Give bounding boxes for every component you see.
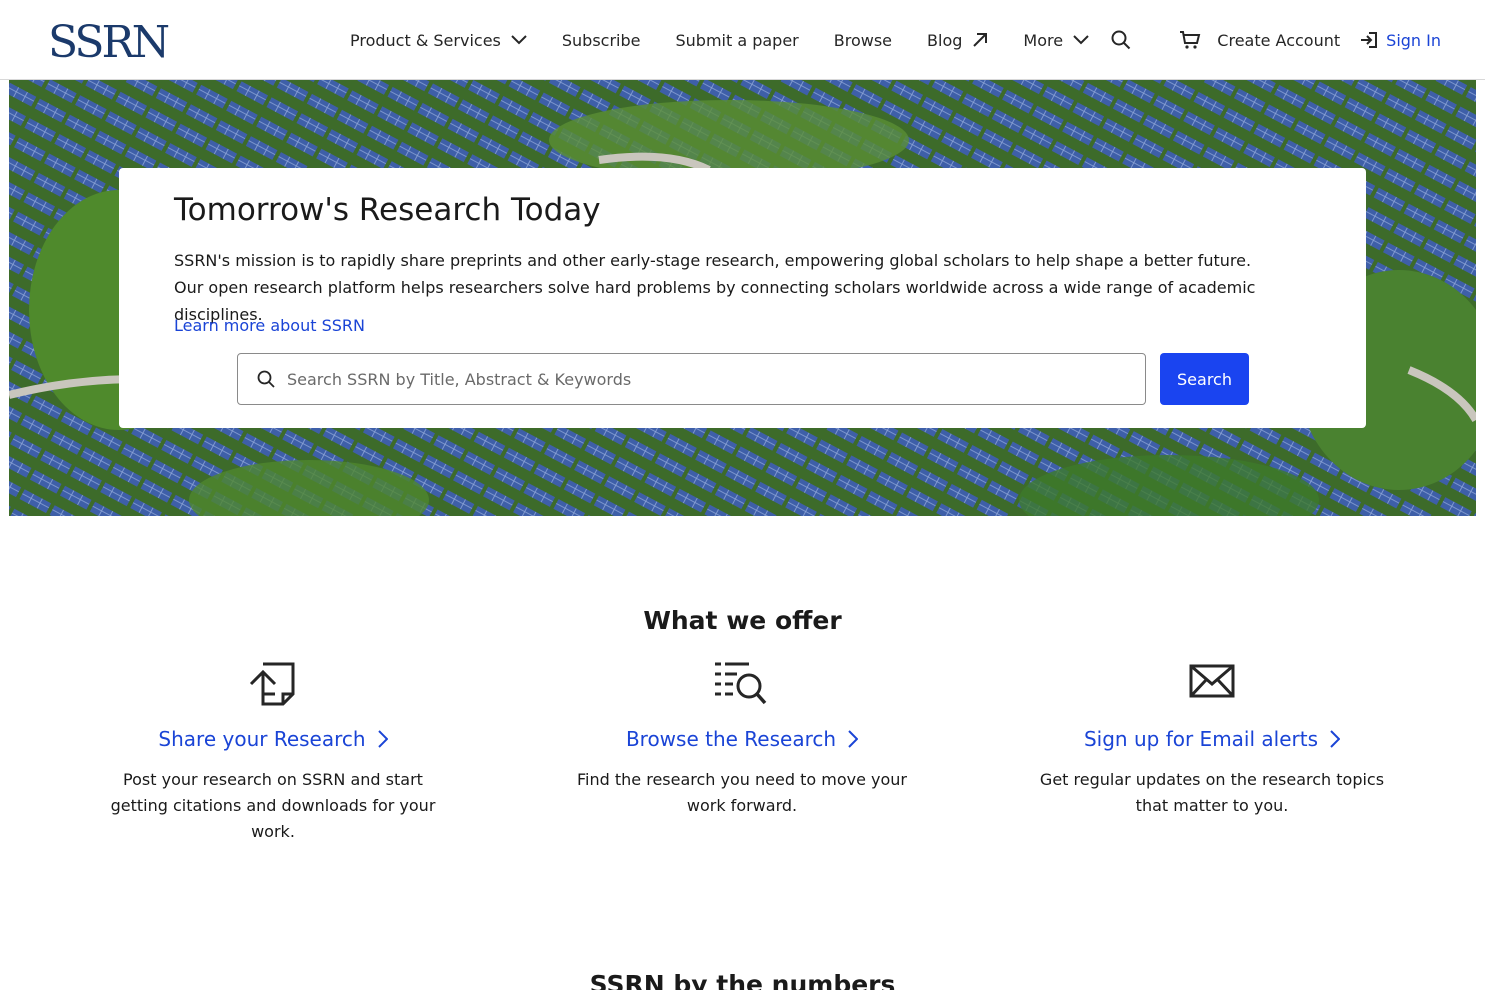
hero-banner: Tomorrow's Research Today SSRN's mission… bbox=[9, 80, 1476, 516]
nav-product-services-label: Product & Services bbox=[350, 30, 501, 50]
browse-research-link[interactable]: Browse the Research bbox=[625, 727, 859, 751]
search-input[interactable] bbox=[287, 369, 1107, 389]
nav-blog[interactable]: Blog bbox=[927, 31, 988, 50]
chevron-down-icon bbox=[1073, 35, 1089, 45]
browse-research-label: Browse the Research bbox=[625, 727, 837, 751]
share-research-description: Post your research on SSRN and start get… bbox=[110, 770, 436, 841]
email-alerts-label: Sign up for Email alerts bbox=[1083, 727, 1318, 751]
cart-icon bbox=[1180, 31, 1201, 49]
sign-in-link[interactable]: Sign In bbox=[1360, 31, 1441, 50]
share-research-label: Share your Research bbox=[158, 727, 366, 751]
nav-submit-paper-label: Submit a paper bbox=[675, 30, 799, 50]
nav-submit-paper[interactable]: Submit a paper bbox=[675, 31, 798, 50]
browse-list-search-icon bbox=[715, 662, 767, 705]
header-actions: Create Account Sign In bbox=[1111, 0, 1441, 80]
chevron-down-icon bbox=[511, 35, 527, 45]
nav-subscribe[interactable]: Subscribe bbox=[562, 31, 641, 50]
nav-more[interactable]: More bbox=[1023, 31, 1089, 50]
header-search-button[interactable] bbox=[1111, 30, 1131, 50]
numbers-section-title: SSRN by the numbers bbox=[589, 970, 896, 990]
search-field[interactable] bbox=[237, 353, 1146, 405]
chevron-right-icon bbox=[1330, 730, 1340, 748]
search-icon bbox=[257, 370, 275, 388]
sign-in-icon bbox=[1361, 32, 1378, 48]
main-nav: Product & Services Subscribe Submit a pa… bbox=[350, 0, 1124, 80]
nav-more-label: More bbox=[1023, 30, 1064, 50]
search-icon bbox=[1111, 30, 1131, 50]
site-header: SSRN Product & Services Subscribe Submit… bbox=[0, 0, 1485, 80]
chevron-right-icon bbox=[377, 730, 388, 748]
offer-browse-research: Browse the Research Find the research yo… bbox=[552, 660, 932, 819]
envelope-icon bbox=[1189, 664, 1235, 698]
ssrn-logo[interactable]: SSRN bbox=[48, 18, 170, 68]
create-account-label: Create Account bbox=[1217, 30, 1341, 50]
offer-share-research: Share your Research Post your research o… bbox=[83, 660, 463, 845]
search-button[interactable]: Search bbox=[1160, 353, 1249, 405]
nav-subscribe-label: Subscribe bbox=[561, 30, 641, 50]
nav-browse-label: Browse bbox=[833, 30, 893, 50]
upload-document-icon bbox=[249, 662, 295, 706]
sign-in-label: Sign In bbox=[1386, 30, 1441, 50]
chevron-right-icon bbox=[848, 730, 859, 748]
learn-more-link[interactable]: Learn more about SSRN bbox=[174, 316, 365, 335]
browse-research-description: Find the research you need to move your … bbox=[577, 770, 907, 815]
hero-card: Tomorrow's Research Today SSRN's mission… bbox=[119, 168, 1366, 428]
external-arrow-icon bbox=[973, 33, 988, 47]
nav-product-services[interactable]: Product & Services bbox=[350, 31, 527, 50]
offer-email-alerts: Sign up for Email alerts Get regular upd… bbox=[1022, 660, 1402, 819]
nav-browse[interactable]: Browse bbox=[834, 31, 892, 50]
create-account-link[interactable]: Create Account bbox=[1179, 30, 1340, 50]
offer-section-title: What we offer bbox=[643, 606, 842, 635]
nav-blog-label: Blog bbox=[927, 30, 963, 50]
email-alerts-link[interactable]: Sign up for Email alerts bbox=[1084, 727, 1340, 751]
hero-title: Tomorrow's Research Today bbox=[174, 192, 601, 228]
share-research-link[interactable]: Share your Research bbox=[158, 727, 388, 751]
email-alerts-description: Get regular updates on the research topi… bbox=[1039, 770, 1385, 815]
